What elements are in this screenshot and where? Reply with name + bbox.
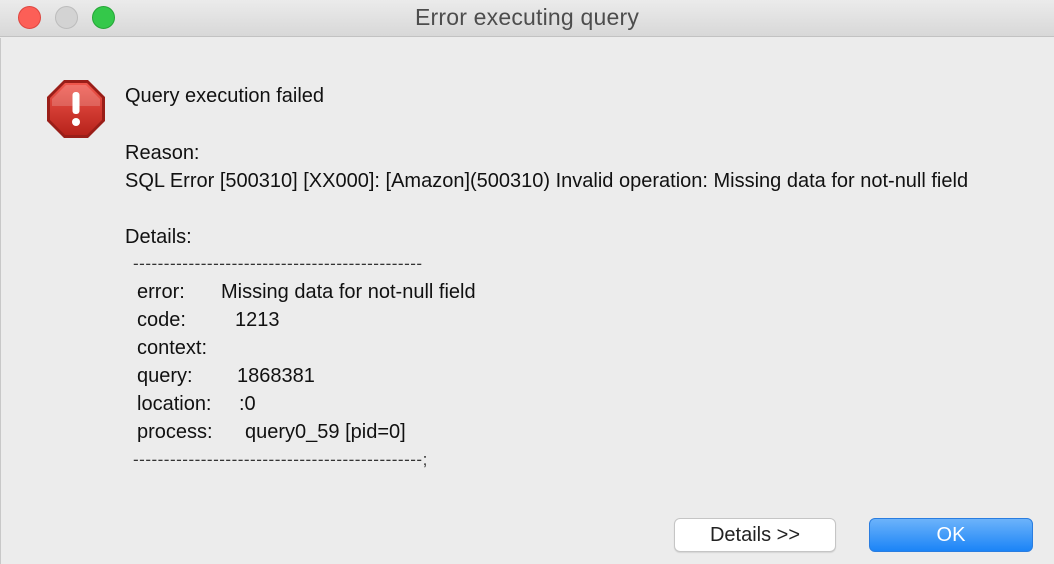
detail-row-query: query: 1868381 <box>133 362 476 390</box>
detail-key: process: <box>137 421 213 443</box>
detail-key: location: <box>137 393 212 415</box>
detail-row-context: context: <box>133 334 476 362</box>
details-button[interactable]: Details >> <box>674 518 836 552</box>
reason-label: Reason: <box>125 142 200 164</box>
error-stop-icon <box>47 80 105 138</box>
error-dialog-window: Error executing query Query execution fa… <box>0 0 1054 564</box>
ok-button[interactable]: OK <box>869 518 1033 552</box>
detail-row-error: error: Missing data for not-null field <box>133 278 476 306</box>
detail-key: error: <box>137 281 185 303</box>
error-headline: Query execution failed <box>125 85 325 107</box>
detail-key: query: <box>137 365 193 387</box>
detail-row-code: code: 1213 <box>133 306 476 334</box>
separator-bottom: ----------------------------------------… <box>133 450 428 469</box>
detail-key: code: <box>137 309 186 331</box>
detail-value: 1213 <box>235 309 280 331</box>
window-title: Error executing query <box>414 4 640 30</box>
separator-top: ----------------------------------------… <box>133 254 423 273</box>
dialog-content: Query execution failed Reason: SQL Error… <box>0 38 1054 564</box>
detail-row-process: process: query0_59 [pid=0] <box>133 418 476 446</box>
detail-key: context: <box>137 337 208 359</box>
details-label: Details: <box>125 226 192 248</box>
error-details-block: ----------------------------------------… <box>133 250 476 474</box>
detail-value: 1868381 <box>237 365 315 387</box>
detail-value: :0 <box>239 393 256 415</box>
detail-value: Missing data for not-null field <box>221 281 476 303</box>
reason-text: SQL Error [500310] [XX000]: [Amazon](500… <box>125 170 969 192</box>
detail-row-location: location: :0 <box>133 390 476 418</box>
title-bar: Error executing query <box>0 0 1054 37</box>
detail-value: query0_59 [pid=0] <box>245 421 406 443</box>
